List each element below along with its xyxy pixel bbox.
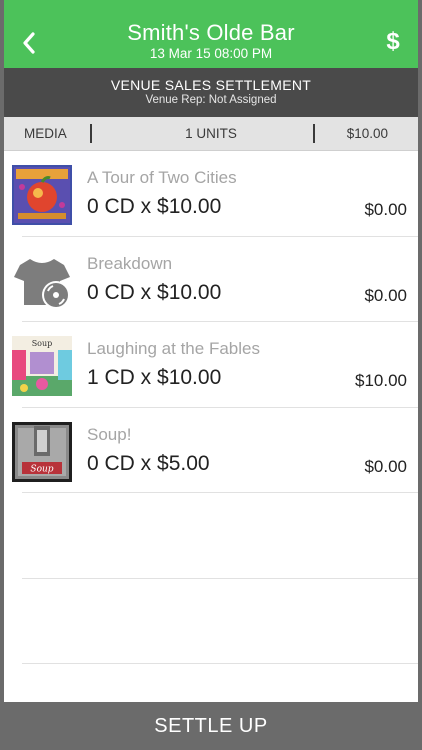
page-title: Smith's Olde Bar — [127, 20, 295, 45]
app-screen: Smith's Olde Bar 13 Mar 15 08:00 PM $ VE… — [4, 0, 418, 750]
item-name: Laughing at the Fables — [87, 339, 260, 358]
album-cover-fables: Soup — [12, 336, 72, 396]
svg-text:Soup: Soup — [30, 464, 53, 474]
item-amount: $0.00 — [364, 456, 407, 476]
tshirt-cd-icon — [12, 251, 72, 311]
item-amount: $0.00 — [364, 285, 407, 305]
svg-text:Soup: Soup — [32, 339, 53, 348]
top-bar: Smith's Olde Bar 13 Mar 15 08:00 PM $ — [4, 0, 418, 68]
item-name: Soup! — [87, 424, 132, 444]
list-item[interactable]: Soup Soup! 0 CD x $5.00 $0.00 — [12, 408, 418, 493]
item-amount: $0.00 — [364, 200, 407, 219]
settle-up-button[interactable]: SETTLE UP — [4, 702, 418, 750]
item-quantity: 0 CD x $10.00 — [87, 195, 222, 218]
list-item[interactable]: A Tour of Two Cities 0 CD x $10.00 $0.00 — [12, 151, 418, 237]
banner-title: VENUE SALES SETTLEMENT — [110, 77, 312, 93]
item-quantity: 0 CD x $10.00 — [87, 280, 222, 304]
item-quantity: 1 CD x $10.00 — [87, 366, 222, 389]
media-list: A Tour of Two Cities 0 CD x $10.00 $0.00… — [4, 151, 418, 664]
item-name: Breakdown — [87, 253, 173, 273]
settlement-banner: VENUE SALES SETTLEMENT Venue Rep: Not As… — [4, 68, 418, 117]
column-header: MEDIA 1 UNITS $10.00 — [4, 117, 418, 151]
sales-total: $10.00 — [346, 126, 388, 141]
item-amount: $10.00 — [355, 371, 407, 390]
dollar-button[interactable]: $ — [382, 28, 404, 56]
item-quantity: 0 CD x $5.00 — [87, 451, 210, 475]
album-cover-soup: Soup — [12, 421, 72, 482]
event-datetime: 13 Mar 15 08:00 PM — [149, 46, 273, 61]
list-item[interactable]: Soup Laughing at the Fables 1 CD x $10.0… — [12, 322, 418, 408]
column-divider — [313, 124, 315, 143]
empty-list-row — [22, 493, 418, 579]
album-cover-tour — [12, 165, 72, 225]
venue-rep: Venue Rep: Not Assigned — [145, 94, 277, 106]
item-name: A Tour of Two Cities — [87, 168, 237, 187]
empty-list-row — [22, 579, 418, 664]
list-item[interactable]: Breakdown 0 CD x $10.00 $0.00 — [14, 237, 418, 322]
